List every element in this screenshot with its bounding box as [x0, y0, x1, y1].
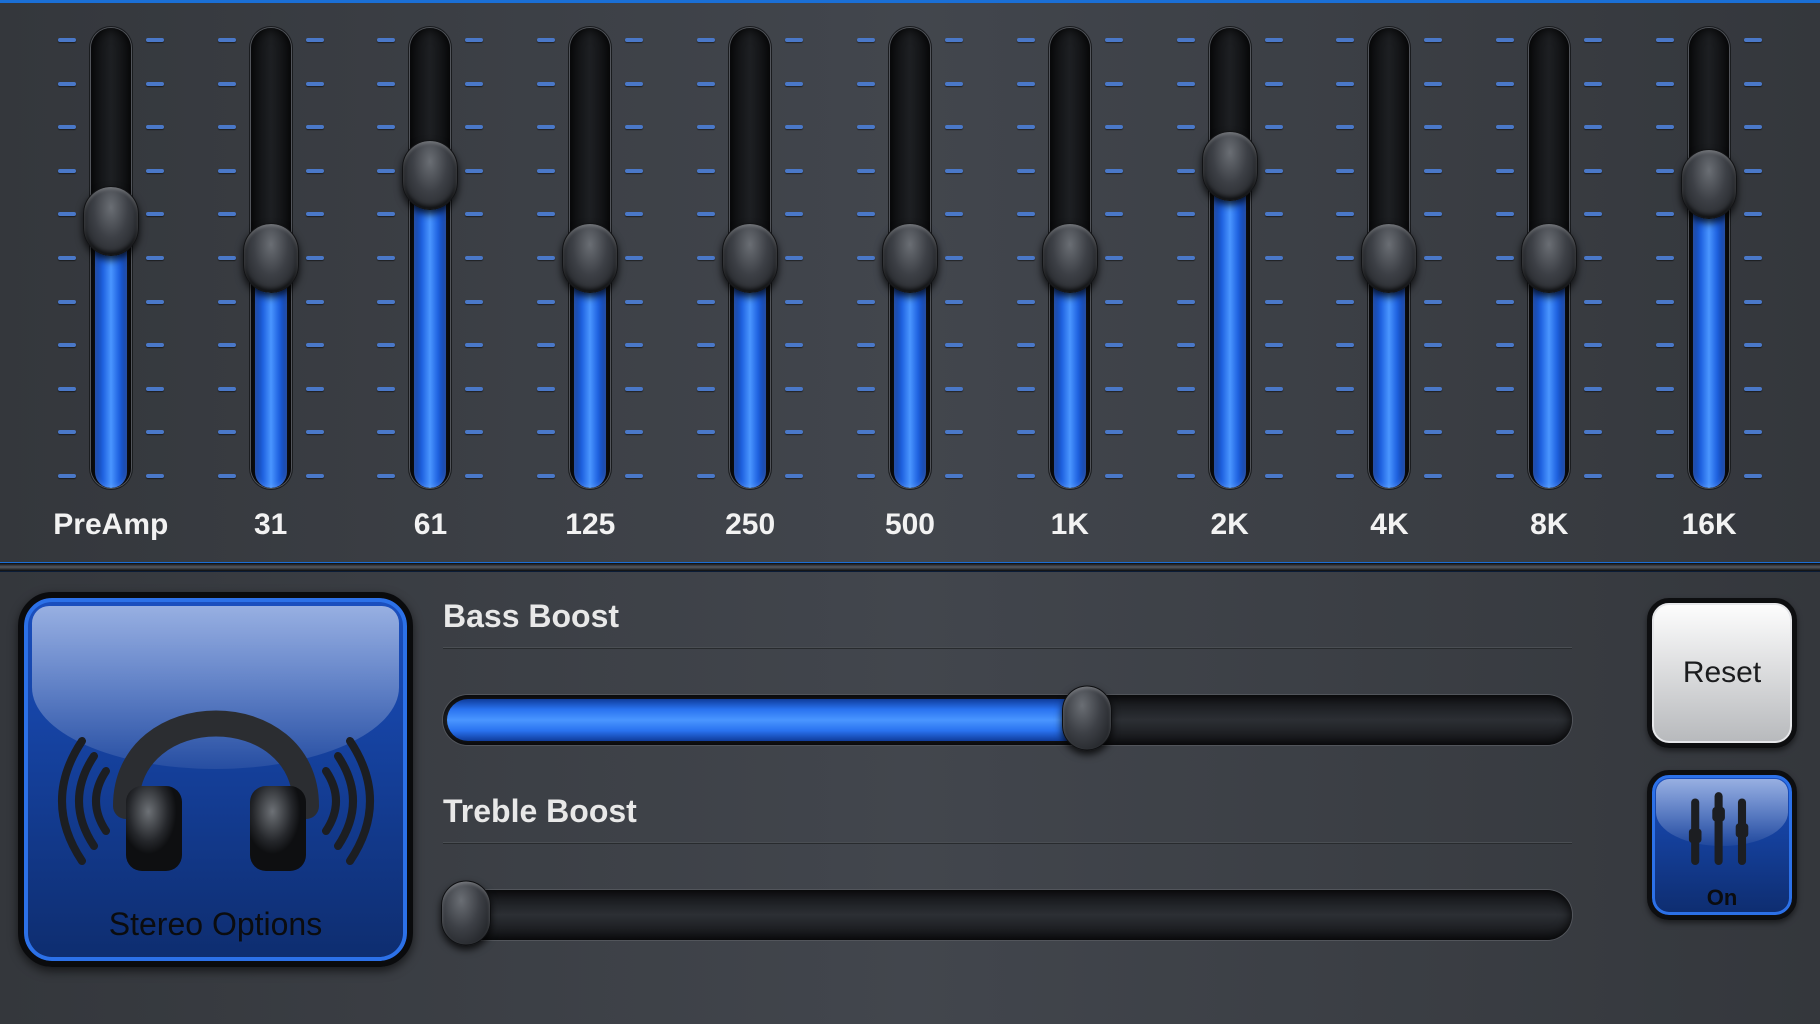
slider-thumb[interactable]: [1042, 223, 1098, 293]
tick-marks: [377, 38, 395, 478]
eq-band-label: 125: [565, 508, 615, 542]
eq-band-label: 2K: [1210, 508, 1248, 542]
eq-slider[interactable]: [46, 18, 176, 498]
tick-marks: [306, 38, 324, 478]
tick-marks: [945, 38, 963, 478]
slider-thumb[interactable]: [1521, 223, 1577, 293]
slider-thumb[interactable]: [402, 140, 458, 210]
tick-marks: [1744, 38, 1762, 478]
tick-marks: [1584, 38, 1602, 478]
bass-boost-label: Bass Boost: [443, 598, 1572, 635]
tick-marks: [58, 38, 76, 478]
headphones-icon: [56, 636, 376, 886]
eq-band-label: 4K: [1370, 508, 1408, 542]
slider-thumb[interactable]: [562, 223, 618, 293]
equalizer-panel: PreAmp 31 61 125 250 500 1K 2K 4K 8K 16K: [0, 0, 1820, 562]
eq-band-61: 61: [351, 18, 509, 542]
eq-band-500: 500: [831, 18, 989, 542]
eq-band-label: 8K: [1530, 508, 1568, 542]
eq-band-8k: 8K: [1470, 18, 1628, 542]
eq-slider[interactable]: [845, 18, 975, 498]
tick-marks: [537, 38, 555, 478]
slider-thumb[interactable]: [83, 186, 139, 256]
eq-band-16k: 16K: [1630, 18, 1788, 542]
eq-band-2k: 2K: [1151, 18, 1309, 542]
slider-groove: [1689, 28, 1729, 488]
slider-thumb[interactable]: [882, 223, 938, 293]
tick-marks: [465, 38, 483, 478]
tick-marks: [1496, 38, 1514, 478]
eq-band-250: 250: [671, 18, 829, 542]
slider-groove: [1210, 28, 1250, 488]
eq-band-label: 61: [414, 508, 447, 542]
tick-marks: [146, 38, 164, 478]
eq-slider[interactable]: [685, 18, 815, 498]
stereo-options-label: Stereo Options: [24, 906, 407, 943]
eq-slider[interactable]: [1644, 18, 1774, 498]
eq-band-label: PreAmp: [53, 508, 168, 542]
stereo-options-button[interactable]: Stereo Options: [18, 592, 413, 967]
tick-marks: [218, 38, 236, 478]
eq-band-preamp: PreAmp: [32, 18, 190, 542]
equalizer-icon: [1674, 789, 1774, 879]
eq-band-125: 125: [511, 18, 669, 542]
separator: [443, 842, 1572, 844]
tick-marks: [625, 38, 643, 478]
eq-band-label: 500: [885, 508, 935, 542]
boost-controls: Bass Boost Treble Boost: [443, 592, 1612, 1024]
eq-band-label: 16K: [1682, 508, 1737, 542]
reset-button[interactable]: Reset: [1647, 598, 1797, 748]
eq-band-label: 250: [725, 508, 775, 542]
slider-thumb[interactable]: [1202, 131, 1258, 201]
tick-marks: [1656, 38, 1674, 478]
treble-boost-label: Treble Boost: [443, 793, 1572, 830]
eq-band-1k: 1K: [991, 18, 1149, 542]
eq-slider[interactable]: [1484, 18, 1614, 498]
eq-band-label: 31: [254, 508, 287, 542]
bass-boost-thumb[interactable]: [1062, 686, 1112, 751]
eq-slider[interactable]: [525, 18, 655, 498]
slider-thumb[interactable]: [722, 223, 778, 293]
bass-boost-slider[interactable]: [443, 683, 1572, 753]
tick-marks: [1177, 38, 1195, 478]
tick-marks: [1336, 38, 1354, 478]
eq-toggle-button[interactable]: On: [1647, 770, 1797, 920]
slider-thumb[interactable]: [1361, 223, 1417, 293]
eq-band-label: 1K: [1051, 508, 1089, 542]
effects-panel: Stereo Options Bass Boost Treble Boost R…: [0, 572, 1820, 1024]
treble-boost-thumb[interactable]: [441, 881, 491, 946]
tick-marks: [1105, 38, 1123, 478]
separator: [443, 647, 1572, 649]
eq-slider[interactable]: [1165, 18, 1295, 498]
tick-marks: [697, 38, 715, 478]
slider-thumb[interactable]: [1681, 149, 1737, 219]
tick-marks: [785, 38, 803, 478]
eq-band-4k: 4K: [1310, 18, 1468, 542]
eq-toggle-label: On: [1652, 885, 1792, 911]
slider-thumb[interactable]: [243, 223, 299, 293]
tick-marks: [857, 38, 875, 478]
right-controls: Reset On: [1642, 592, 1802, 1024]
eq-band-31: 31: [192, 18, 350, 542]
tick-marks: [1017, 38, 1035, 478]
slider-groove: [91, 28, 131, 488]
reset-label: Reset: [1683, 656, 1761, 690]
tick-marks: [1265, 38, 1283, 478]
treble-boost-slider[interactable]: [443, 878, 1572, 948]
panel-divider: [0, 562, 1820, 572]
eq-slider[interactable]: [1324, 18, 1454, 498]
slider-groove: [410, 28, 450, 488]
tick-marks: [1424, 38, 1442, 478]
eq-slider[interactable]: [1005, 18, 1135, 498]
eq-slider[interactable]: [206, 18, 336, 498]
eq-slider[interactable]: [365, 18, 495, 498]
